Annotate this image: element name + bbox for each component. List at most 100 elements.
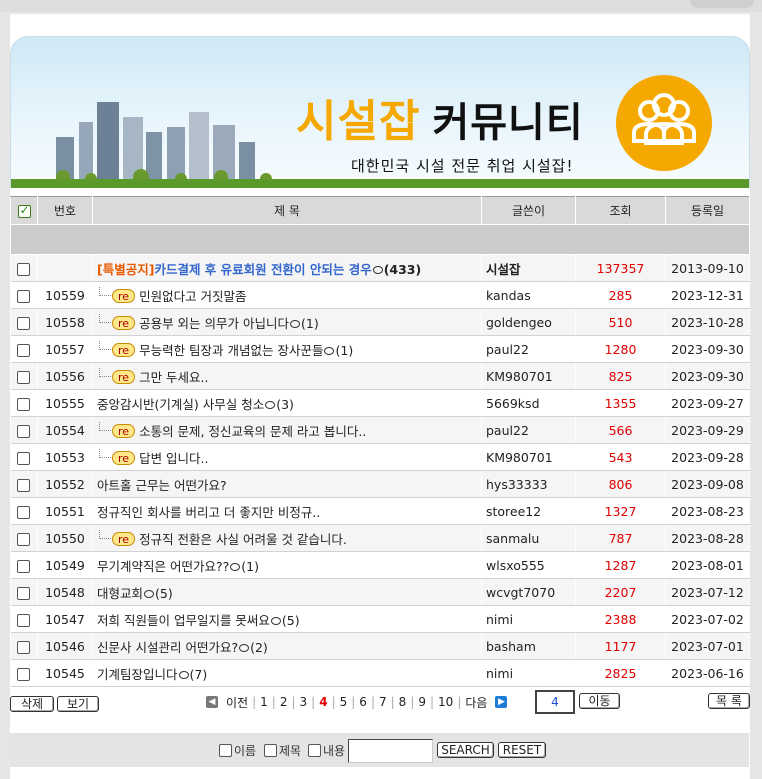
table-row[interactable]: 10555 중앙감시반(기계실) 사무실 청소 (3) 5669ksd 1355 2023…: [10, 389, 750, 417]
row-title[interactable]: 답변 입니다..: [139, 451, 208, 466]
row-title[interactable]: 저희 직원들이 업무일지를 못써요: [97, 613, 270, 628]
row-checkbox[interactable]: [17, 289, 31, 303]
row-title-cell[interactable]: re 그만 두세요..: [92, 362, 482, 390]
row-title[interactable]: 기계팀장입니다: [97, 667, 178, 682]
row-writer[interactable]: wlsxo555: [481, 551, 576, 579]
row-checkbox[interactable]: [17, 397, 31, 411]
table-row[interactable]: 10545 기계팀장입니다 (7) nimi 2825 2023-06-16: [10, 659, 750, 687]
table-row[interactable]: 10552 아트홀 근무는 어떤가요? hys33333 806 2023-09-08: [10, 470, 750, 498]
row-checkbox[interactable]: [17, 559, 31, 573]
row-title[interactable]: 대형교회: [97, 586, 143, 601]
delete-button[interactable]: 삭제: [10, 696, 54, 712]
row-checkbox[interactable]: [17, 424, 31, 438]
search-option-content[interactable]: 내용: [308, 742, 345, 759]
view-button[interactable]: 보기: [57, 696, 99, 712]
page-link-7[interactable]: 7: [379, 695, 387, 709]
title-checkbox[interactable]: [264, 744, 277, 757]
row-writer[interactable]: wcvgt7070: [481, 578, 576, 606]
row-title-cell[interactable]: 무기계약직은 어떤가요?? (1): [92, 551, 482, 579]
row-checkbox[interactable]: [17, 478, 31, 492]
row-checkbox[interactable]: [17, 613, 31, 627]
page-link-4[interactable]: 4: [319, 695, 327, 709]
row-title[interactable]: 중앙감시반(기계실) 사무실 청소: [97, 397, 264, 412]
row-writer[interactable]: hys33333: [481, 470, 576, 498]
table-row[interactable]: 10553 re 답변 입니다.. KM980701 543 2023-09-28: [10, 443, 750, 471]
content-checkbox[interactable]: [308, 744, 321, 757]
arrow-right-icon[interactable]: ▶: [495, 696, 508, 708]
table-row[interactable]: 10547 저희 직원들이 업무일지를 못써요 (5) nimi 2388 2023-07…: [10, 605, 750, 633]
select-all-header[interactable]: [10, 196, 38, 225]
prev-link[interactable]: 이전: [226, 694, 248, 711]
row-writer[interactable]: 5669ksd: [481, 389, 576, 417]
table-row[interactable]: 10556 re 그만 두세요.. KM980701 825 2023-09-30: [10, 362, 750, 390]
page-link-10[interactable]: 10: [438, 695, 453, 709]
row-checkbox[interactable]: [17, 262, 31, 276]
row-title-cell[interactable]: re 무능력한 팀장과 개념없는 장사꾼들 (1): [92, 335, 482, 363]
row-checkbox[interactable]: [17, 370, 31, 384]
page-number-input[interactable]: 4: [535, 690, 575, 714]
row-title-cell[interactable]: 저희 직원들이 업무일지를 못써요 (5): [92, 605, 482, 633]
row-title[interactable]: 정규직인 회사를 버리고 더 좋지만 비정규..: [97, 505, 320, 520]
page-link-5[interactable]: 5: [340, 695, 348, 709]
row-checkbox[interactable]: [17, 667, 31, 681]
row-title-cell[interactable]: re 소통의 문제, 정신교육의 문제 라고 봅니다..: [92, 416, 482, 444]
row-writer[interactable]: nimi: [481, 605, 576, 633]
row-writer[interactable]: sanmalu: [481, 524, 576, 552]
name-checkbox[interactable]: [219, 744, 232, 757]
table-row[interactable]: 10559 re 민원없다고 거짓말좀 kandas 285 2023-12-31: [10, 281, 750, 309]
next-link[interactable]: 다음: [465, 694, 487, 711]
row-title-cell[interactable]: re 공용부 외는 의무가 아닙니다 (1): [92, 308, 482, 336]
row-writer[interactable]: basham: [481, 632, 576, 660]
table-row[interactable]: 10554 re 소통의 문제, 정신교육의 문제 라고 봅니다.. paul22 56…: [10, 416, 750, 444]
row-title-cell[interactable]: 중앙감시반(기계실) 사무실 청소 (3): [92, 389, 482, 417]
row-title[interactable]: 민원없다고 거짓말좀: [139, 289, 246, 304]
search-option-name[interactable]: 이름: [219, 742, 256, 759]
row-title[interactable]: 신문사 시설관리 어떤가요?: [97, 640, 238, 655]
row-checkbox[interactable]: [17, 316, 31, 330]
row-writer[interactable]: goldengeo: [481, 308, 576, 336]
table-row[interactable]: 10549 무기계약직은 어떤가요?? (1) wlsxo555 1287 2023-08…: [10, 551, 750, 579]
select-all-checkbox[interactable]: [17, 203, 31, 218]
row-title-cell[interactable]: 아트홀 근무는 어떤가요?: [92, 470, 482, 498]
row-title[interactable]: 공용부 외는 의무가 아닙니다: [139, 316, 289, 331]
table-row[interactable]: 10550 re 정규직 전환은 사실 어려울 것 같습니다. sanmalu 787 2…: [10, 524, 750, 552]
table-row[interactable]: 10546 신문사 시설관리 어떤가요? (2) basham 1177 2023-07-…: [10, 632, 750, 660]
row-title[interactable]: 무능력한 팀장과 개념없는 장사꾼들: [139, 343, 323, 358]
notice-row[interactable]: [특별공지]카드결제 후 유료회원 전환이 안되는 경우 (433) 시설잡 13…: [10, 254, 750, 282]
row-writer[interactable]: paul22: [481, 335, 576, 363]
arrow-left-icon[interactable]: ◀: [206, 696, 218, 708]
row-checkbox[interactable]: [17, 451, 31, 465]
go-button[interactable]: 이동: [579, 693, 620, 709]
row-title-cell[interactable]: re 민원없다고 거짓말좀: [92, 281, 482, 309]
search-option-title[interactable]: 제목: [264, 742, 301, 759]
search-input[interactable]: [348, 739, 433, 763]
row-title[interactable]: 정규직 전환은 사실 어려울 것 같습니다.: [139, 532, 347, 547]
page-link-1[interactable]: 1: [260, 695, 268, 709]
row-checkbox[interactable]: [17, 532, 31, 546]
page-link-2[interactable]: 2: [280, 695, 288, 709]
row-writer[interactable]: paul22: [481, 416, 576, 444]
row-writer[interactable]: storee12: [481, 497, 576, 525]
row-title-cell[interactable]: 신문사 시설관리 어떤가요? (2): [92, 632, 482, 660]
row-writer[interactable]: kandas: [481, 281, 576, 309]
row-title[interactable]: 그만 두세요..: [139, 370, 208, 385]
row-title-cell[interactable]: re 답변 입니다..: [92, 443, 482, 471]
row-writer[interactable]: nimi: [481, 659, 576, 687]
row-checkbox[interactable]: [17, 586, 31, 600]
notice-title[interactable]: 카드결제 후 유료회원 전환이 안되는 경우: [154, 262, 371, 277]
row-checkbox[interactable]: [17, 343, 31, 357]
row-title-cell[interactable]: re 정규직 전환은 사실 어려울 것 같습니다.: [92, 524, 482, 552]
page-link-9[interactable]: 9: [418, 695, 426, 709]
table-row[interactable]: 10557 re 무능력한 팀장과 개념없는 장사꾼들 (1) paul22 1280 20…: [10, 335, 750, 363]
row-writer[interactable]: KM980701: [481, 362, 576, 390]
notice-title-cell[interactable]: [특별공지]카드결제 후 유료회원 전환이 안되는 경우 (433): [92, 254, 482, 282]
table-row[interactable]: 10548 대형교회 (5) wcvgt7070 2207 2023-07-12: [10, 578, 750, 606]
top-tab[interactable]: [690, 0, 754, 8]
search-button[interactable]: SEARCH: [437, 742, 494, 758]
page-link-6[interactable]: 6: [359, 695, 367, 709]
row-title[interactable]: 소통의 문제, 정신교육의 문제 라고 봅니다..: [139, 424, 366, 439]
row-title-cell[interactable]: 기계팀장입니다 (7): [92, 659, 482, 687]
reset-button[interactable]: RESET: [498, 742, 546, 758]
row-title[interactable]: 무기계약직은 어떤가요??: [97, 559, 229, 574]
row-title-cell[interactable]: 대형교회 (5): [92, 578, 482, 606]
